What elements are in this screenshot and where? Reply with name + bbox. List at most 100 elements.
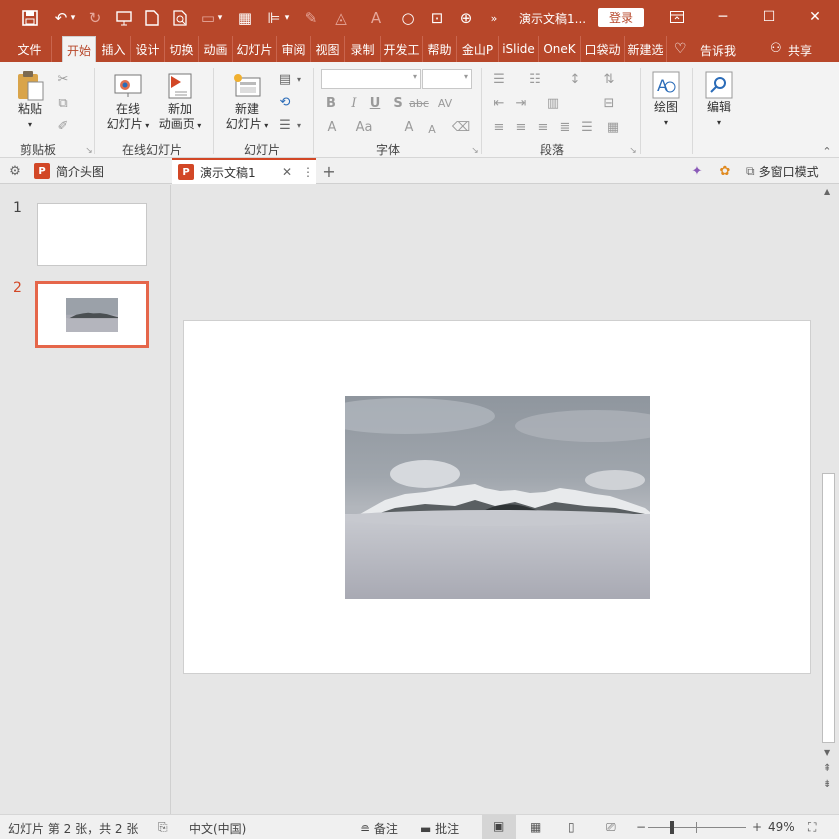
tab-transitions[interactable]: 切换 [165,36,199,62]
vertical-scrollbar[interactable]: ▲ ▼ ⇞ ⇟ [820,185,839,814]
tab-menu-icon[interactable]: ⋮ [302,165,314,179]
drawing-button[interactable]: A 绘图 ▾ [648,70,684,130]
close-icon[interactable]: ✕ [800,6,830,28]
bullets-icon[interactable]: ☰ [490,70,508,88]
zoom-level[interactable]: 49% [768,820,795,834]
editing-button[interactable]: 编辑 ▾ [701,70,737,130]
decrease-indent-icon[interactable]: ⇤ [490,94,508,112]
tab-kingsoft[interactable]: 金山P [457,36,499,62]
font-size-select[interactable]: ▾ [422,69,472,89]
tab-slideshow[interactable]: 幻灯片 [233,36,277,62]
slide-canvas[interactable] [183,320,811,674]
text-direction-icon[interactable]: ⇅ [600,70,618,88]
start-slideshow-icon[interactable] [113,7,135,29]
layout-dropdown-icon[interactable]: ▾ [290,70,308,88]
minimize-icon[interactable]: ─ [708,6,738,28]
char-spacing-icon[interactable]: AV [436,94,454,112]
increase-indent-icon[interactable]: ⇥ [512,94,530,112]
notes-button[interactable]: ≘ 备注 [360,820,398,837]
align-center-icon[interactable]: ≡ [512,118,530,136]
tab-developer[interactable]: 开发工 [381,36,423,62]
copy-icon[interactable]: ⧉ [54,94,72,112]
comments-button[interactable]: ▬ 批注 [420,820,459,837]
cut-icon[interactable]: ✂ [54,70,72,88]
tab-pocket-animation[interactable]: 口袋动 [581,36,625,62]
numbering-icon[interactable]: ☷ [526,70,544,88]
doc-tab-presentation1[interactable]: P 演示文稿1 ✕ ⋮ [172,158,316,184]
align-dropdown-icon[interactable]: ▾ [282,7,292,29]
tab-islide[interactable]: iSlide [499,36,539,62]
italic-button[interactable]: I [345,94,363,112]
change-case-button[interactable]: Aa [355,118,373,136]
tab-new-group[interactable]: 新建选 [625,36,667,62]
underline-button[interactable]: U [366,94,384,112]
justify-icon[interactable]: ≣ [556,118,574,136]
tab-view[interactable]: 视图 [311,36,345,62]
format-painter-icon[interactable]: ✐ [54,117,72,135]
line-spacing-icon[interactable]: ↕ [566,70,584,88]
paste-button[interactable]: 粘贴 ▾ [12,68,48,132]
reading-view-icon[interactable]: ▯ [568,820,575,834]
slide-sorter-icon[interactable]: ▦ [530,820,541,834]
login-button[interactable]: 登录 [598,8,644,27]
scrollbar-thumb[interactable] [822,473,835,743]
slide-thumbnail-2[interactable] [35,281,149,348]
new-tab-icon[interactable]: + [320,162,338,181]
doc-tab-settings-icon[interactable]: ⚙ [6,162,24,180]
slide-thumbnail-1[interactable] [37,203,147,266]
font-color-button[interactable]: A [323,118,341,136]
fit-to-window-icon[interactable]: ⛶ [808,820,816,835]
next-slide-icon[interactable]: ⇟ [823,779,831,790]
columns-icon[interactable]: ▥ [544,94,562,112]
decrease-font-button[interactable]: A [423,120,441,138]
align-right-icon[interactable]: ≡ [534,118,552,136]
multi-window-button[interactable]: ⧉ 多窗口模式 [746,158,819,184]
tell-me-search[interactable]: 告诉我 [700,42,736,59]
tab-review[interactable]: 审阅 [277,36,311,62]
select-icon[interactable]: ⊕ [455,7,477,29]
section-dropdown-icon[interactable]: ▾ [290,116,308,134]
tab-home[interactable]: 开始 [62,36,96,63]
share-button[interactable]: 共享 [788,42,812,59]
zoom-out-icon[interactable]: − [636,820,646,834]
tab-help[interactable]: 帮助 [423,36,457,62]
qa-dropdown-icon[interactable]: ▾ [215,7,225,29]
language-indicator[interactable]: 中文(中国) [189,820,246,837]
redo-icon[interactable]: ↻ [84,7,106,29]
smartart-icon[interactable]: ▦ [604,118,622,136]
zoom-slider-thumb[interactable] [669,821,674,834]
print-preview-icon[interactable] [170,7,192,29]
strikethrough-button[interactable]: abc [409,94,429,112]
maximize-icon[interactable]: ☐ [754,6,784,28]
reset-icon[interactable]: ⟲ [276,93,294,111]
online-slides-button[interactable]: 在线 幻灯片 ▾ [102,70,154,133]
more-commands-icon[interactable]: » [483,7,505,29]
eyedropper-icon[interactable]: ✎ [300,7,322,29]
font-color-icon[interactable]: A [365,7,387,29]
zoom-in-icon[interactable]: + [752,820,762,834]
add-animation-page-button[interactable]: 新加 动画页 ▾ [154,70,206,133]
fill-icon[interactable]: ◬ [330,7,352,29]
align-text-icon[interactable]: ⊟ [600,94,618,112]
tab-insert[interactable]: 插入 [97,36,131,62]
align-left-icon[interactable]: ≡ [490,118,508,136]
font-family-select[interactable]: ▾ [321,69,421,89]
previous-slide-icon[interactable]: ⇞ [823,763,831,774]
new-file-icon[interactable] [141,7,163,29]
plugin-settings-icon[interactable]: ✿ [716,162,734,180]
save-icon[interactable] [19,7,41,29]
mountain-image[interactable] [345,396,650,599]
ribbon-display-options-icon[interactable] [662,6,692,28]
doc-tab-intro[interactable]: P 简介头图 [34,158,170,184]
scroll-down-icon[interactable]: ▼ [824,748,830,757]
distribute-icon[interactable]: ☰ [578,118,596,136]
circle-shape-icon[interactable]: ○ [397,7,419,29]
crop-icon[interactable]: ⊡ [426,7,448,29]
zoom-slider[interactable] [648,821,746,834]
grid-icon[interactable]: ▦ [234,7,256,29]
shadow-button[interactable]: S [389,94,407,112]
increase-font-button[interactable]: A [400,118,418,136]
tab-record[interactable]: 录制 [345,36,381,62]
clear-format-icon[interactable]: ⌫ [452,118,470,136]
tab-design[interactable]: 设计 [131,36,165,62]
